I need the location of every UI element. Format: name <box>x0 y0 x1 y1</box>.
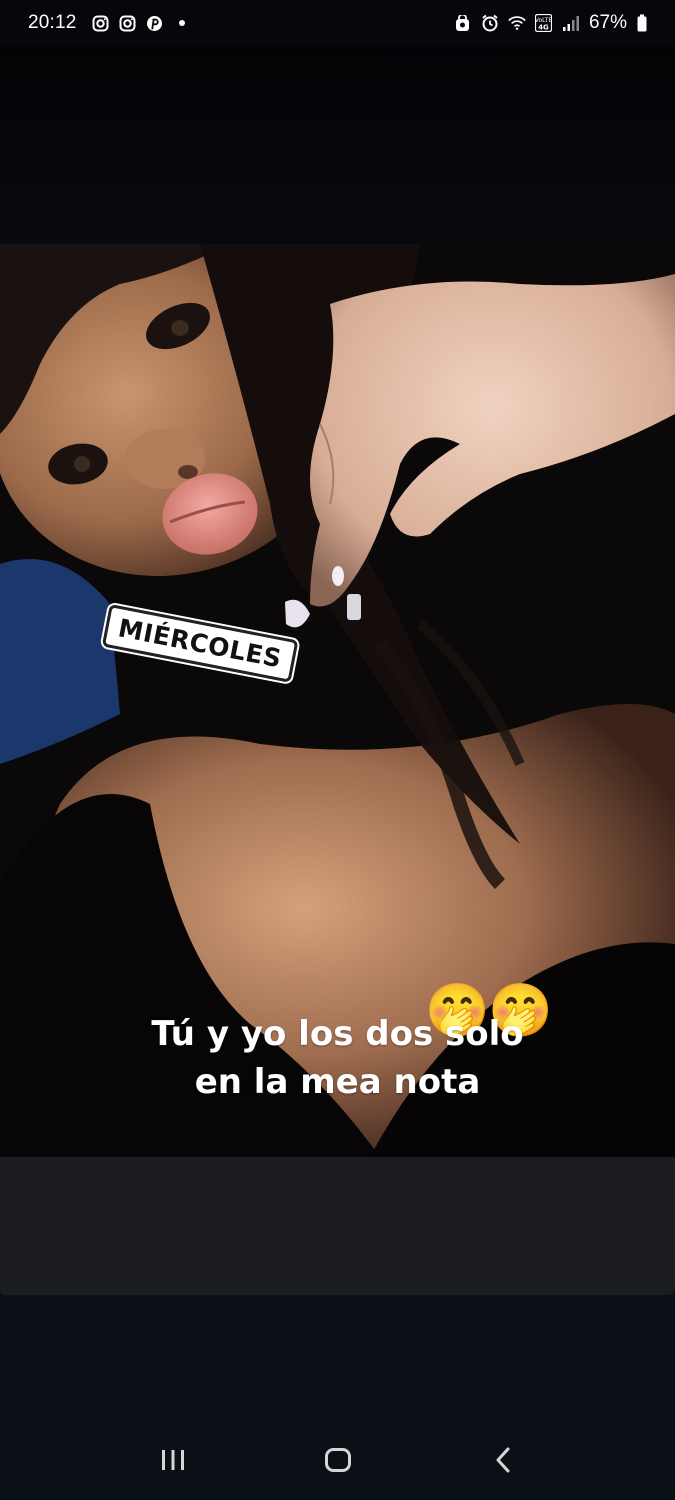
story-header-area <box>0 46 675 244</box>
back-icon <box>496 1447 509 1473</box>
story-caption-line-2: en la mea nota <box>194 1062 481 1102</box>
wifi-icon <box>508 14 526 32</box>
home-button[interactable] <box>308 1430 368 1490</box>
recent-apps-icon <box>161 1450 184 1470</box>
status-bar: 20:12 VoLTE 4G 67% <box>0 0 675 46</box>
recent-apps-button[interactable] <box>143 1430 203 1490</box>
pinterest-icon <box>146 14 164 32</box>
battery-percent: 67% <box>588 12 627 33</box>
dot-icon <box>178 20 185 26</box>
sync-icon <box>454 14 472 32</box>
svg-text:4G: 4G <box>539 24 550 32</box>
story-caption-line-1: Tú y yo los dos solo <box>151 1014 524 1054</box>
home-icon <box>324 1448 351 1472</box>
status-bar-right: VoLTE 4G 67% <box>454 12 647 34</box>
alarm-icon <box>481 14 499 32</box>
instagram-icon <box>92 14 110 32</box>
instagram-icon <box>119 14 137 32</box>
phone-screen: 20:12 VoLTE 4G 67% 🤭 🤭 MIÉRCOLES Tú y yo… <box>0 0 675 1500</box>
status-time: 20:12 <box>28 12 77 33</box>
signal-icon <box>562 14 580 32</box>
story-reply-area[interactable] <box>0 1157 675 1295</box>
navigation-bar <box>0 1420 675 1500</box>
back-button[interactable] <box>473 1430 533 1490</box>
status-bar-left: 20:12 <box>28 12 185 34</box>
volte-icon: VoLTE 4G <box>535 14 553 32</box>
battery-icon <box>636 14 647 32</box>
